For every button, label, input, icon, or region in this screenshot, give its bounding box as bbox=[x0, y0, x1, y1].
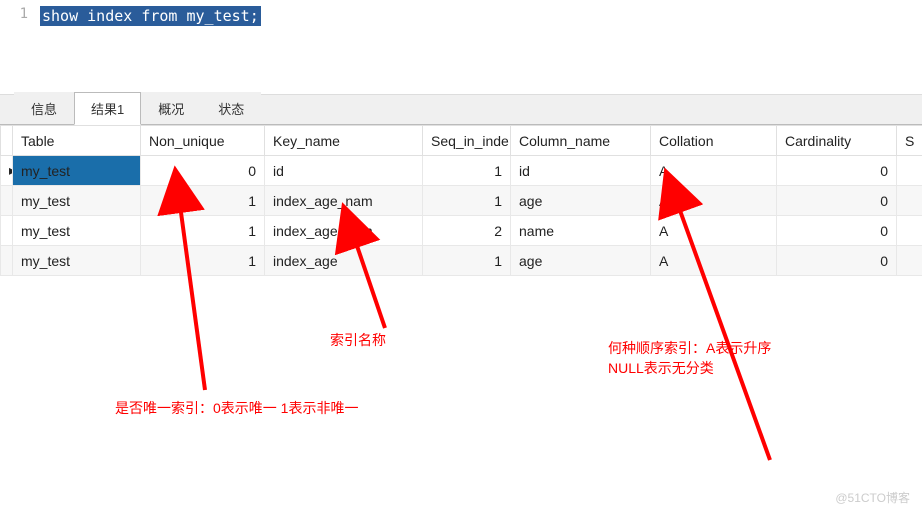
cell-seq[interactable]: 2 bbox=[423, 216, 511, 246]
cell-table[interactable]: my_test bbox=[13, 246, 141, 276]
sql-editor[interactable]: 1 show index from my_test; bbox=[0, 0, 922, 95]
cell-collation[interactable]: A bbox=[651, 216, 777, 246]
col-table[interactable]: Table bbox=[13, 126, 141, 156]
cell-card[interactable]: 0 bbox=[777, 246, 897, 276]
cell-seq[interactable]: 1 bbox=[423, 186, 511, 216]
row-pointer-header bbox=[1, 126, 13, 156]
cell-key-name[interactable]: index_age_nam bbox=[265, 186, 423, 216]
cell-non-unique[interactable]: 0 bbox=[141, 156, 265, 186]
annotation-collation: 何种顺序索引：A表示升序 NULL表示无分类 bbox=[608, 338, 771, 378]
cell-key-name[interactable]: index_age bbox=[265, 246, 423, 276]
col-seq[interactable]: Seq_in_inde bbox=[423, 126, 511, 156]
tab-status[interactable]: 状态 bbox=[201, 92, 261, 124]
cell-col[interactable]: age bbox=[511, 246, 651, 276]
cell-non-unique[interactable]: 1 bbox=[141, 216, 265, 246]
sql-statement[interactable]: show index from my_test; bbox=[40, 6, 261, 26]
result-tabs: 信息 结果1 概况 状态 bbox=[0, 95, 922, 125]
cell-col[interactable]: name bbox=[511, 216, 651, 246]
tab-result1[interactable]: 结果1 bbox=[74, 92, 141, 125]
col-collation[interactable]: Collation bbox=[651, 126, 777, 156]
table-row[interactable]: my_test 1 index_age_nam 1 age A 0 bbox=[1, 186, 922, 216]
cell-table[interactable]: my_test bbox=[13, 186, 141, 216]
row-pointer-icon: ▸ bbox=[1, 156, 13, 186]
col-cardinality[interactable]: Cardinality bbox=[777, 126, 897, 156]
col-column-name[interactable]: Column_name bbox=[511, 126, 651, 156]
cell-card[interactable]: 0 bbox=[777, 216, 897, 246]
header-row: Table Non_unique Key_name Seq_in_inde Co… bbox=[1, 126, 922, 156]
col-sub-part[interactable]: S bbox=[897, 126, 922, 156]
annotation-non-unique: 是否唯一索引：0表示唯一 1表示非唯一 bbox=[115, 398, 358, 418]
col-non-unique[interactable]: Non_unique bbox=[141, 126, 265, 156]
cell-table[interactable]: my_test bbox=[13, 216, 141, 246]
cell-sub[interactable] bbox=[897, 156, 922, 186]
result-grid: Table Non_unique Key_name Seq_in_inde Co… bbox=[0, 125, 922, 276]
table-row[interactable]: my_test 1 index_age_nam 2 name A 0 bbox=[1, 216, 922, 246]
col-key-name[interactable]: Key_name bbox=[265, 126, 423, 156]
watermark: @51CTO博客 bbox=[835, 489, 910, 506]
cell-col[interactable]: age bbox=[511, 186, 651, 216]
cell-collation[interactable]: A bbox=[651, 156, 777, 186]
cell-key-name[interactable]: index_age_nam bbox=[265, 216, 423, 246]
tab-profile[interactable]: 概况 bbox=[141, 92, 201, 124]
cell-seq[interactable]: 1 bbox=[423, 246, 511, 276]
cell-non-unique[interactable]: 1 bbox=[141, 246, 265, 276]
annotation-index-name: 索引名称 bbox=[330, 330, 386, 350]
cell-table[interactable]: my_test bbox=[13, 156, 141, 186]
table-row[interactable]: ▸ my_test 0 id 1 id A 0 bbox=[1, 156, 922, 186]
cell-card[interactable]: 0 bbox=[777, 186, 897, 216]
cell-col[interactable]: id bbox=[511, 156, 651, 186]
table-row[interactable]: my_test 1 index_age 1 age A 0 bbox=[1, 246, 922, 276]
cell-collation[interactable]: A bbox=[651, 186, 777, 216]
cell-key-name[interactable]: id bbox=[265, 156, 423, 186]
cell-card[interactable]: 0 bbox=[777, 156, 897, 186]
line-gutter: 1 bbox=[0, 6, 40, 22]
cell-non-unique[interactable]: 1 bbox=[141, 186, 265, 216]
cell-seq[interactable]: 1 bbox=[423, 156, 511, 186]
tab-info[interactable]: 信息 bbox=[14, 92, 74, 124]
cell-collation[interactable]: A bbox=[651, 246, 777, 276]
